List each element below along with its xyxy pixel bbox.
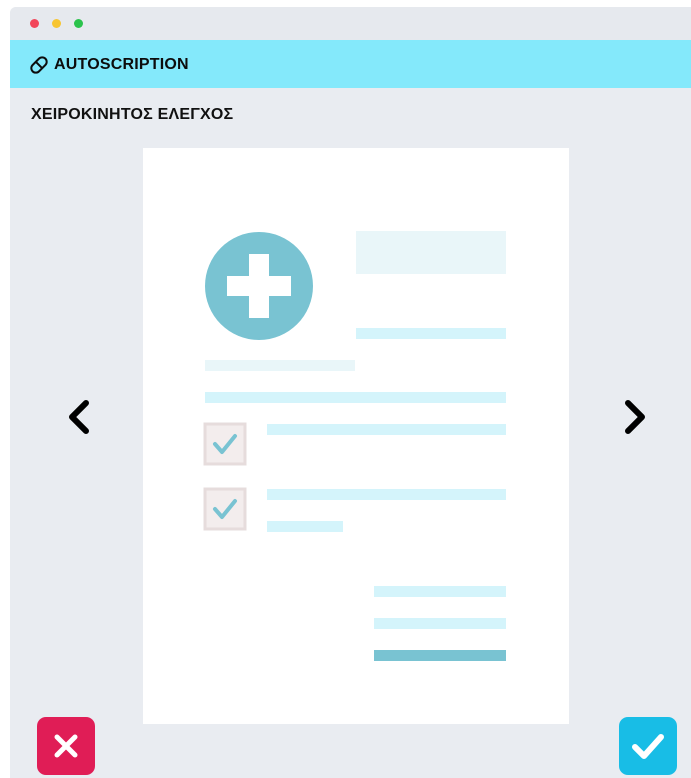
header-placeholder-block	[356, 231, 506, 274]
chevron-right-icon	[625, 400, 645, 434]
check-icon	[632, 734, 664, 759]
next-button[interactable]	[616, 395, 652, 439]
signature-line	[374, 650, 506, 661]
app-header: AUTOSCRIPTION	[10, 40, 691, 88]
medical-cross-icon	[205, 232, 313, 340]
placeholder-line	[267, 521, 343, 532]
chevron-left-icon	[69, 400, 89, 434]
checkbox-icon	[203, 422, 247, 466]
approve-button[interactable]	[619, 717, 677, 775]
placeholder-line	[205, 392, 506, 403]
prescription-document-preview	[143, 148, 569, 724]
placeholder-line	[374, 586, 506, 597]
checkbox-icon	[203, 487, 247, 531]
app-window: AUTOSCRIPTION ΧΕΙΡΟΚΙΝΗΤΟΣ ΕΛΕΓΧΟΣ	[10, 7, 691, 778]
previous-button[interactable]	[62, 395, 98, 439]
placeholder-line	[205, 360, 355, 371]
placeholder-line	[267, 489, 506, 500]
close-icon	[54, 734, 78, 758]
window-close-dot[interactable]	[30, 19, 39, 28]
window-titlebar	[10, 7, 691, 40]
window-zoom-dot[interactable]	[74, 19, 83, 28]
placeholder-line	[374, 618, 506, 629]
placeholder-line	[267, 424, 506, 435]
reject-button[interactable]	[37, 717, 95, 775]
window-minimize-dot[interactable]	[52, 19, 61, 28]
placeholder-line	[356, 328, 506, 339]
pill-icon	[28, 54, 50, 76]
page-title: ΧΕΙΡΟΚΙΝΗΤΟΣ ΕΛΕΓΧΟΣ	[31, 106, 234, 123]
brand-name: AUTOSCRIPTION	[54, 56, 189, 73]
